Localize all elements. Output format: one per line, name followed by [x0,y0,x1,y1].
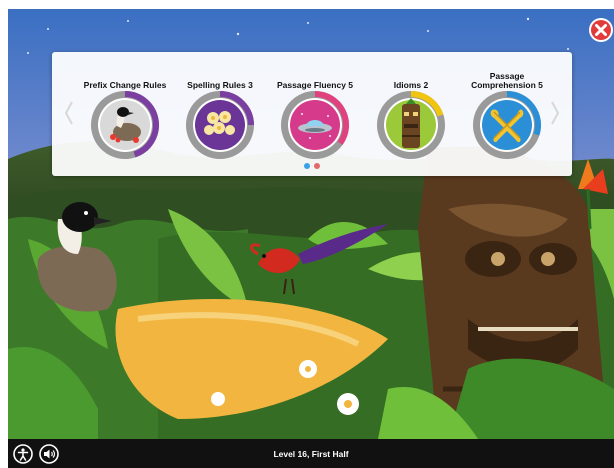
next-page-arrow-icon[interactable] [550,100,560,126]
activity-passage-comprehension-5[interactable]: Passage Comprehension 5 [457,60,557,164]
close-button[interactable] [588,17,614,43]
crossed-paddles-icon [473,91,541,159]
activity-label: Passage Fluency 5 [276,80,354,90]
activity-label: Idioms 2 [393,80,429,90]
activity-selector-panel: Prefix Change Rules Spelling Rules 3 Pas… [52,52,572,176]
previous-page-arrow-icon[interactable] [64,100,74,126]
activity-idioms-2[interactable]: Idioms 2 [361,60,461,164]
activity-spelling-rules-3[interactable]: Spelling Rules 3 [170,60,270,164]
nene-goose-icon [91,91,159,159]
page-indicator [300,163,326,171]
activity-label: Spelling Rules 3 [187,80,253,90]
activity-passage-fluency-5[interactable]: Passage Fluency 5 [265,60,365,164]
spaceship-icon [281,91,349,159]
activity-label: Prefix Change Rules [83,80,167,90]
plumeria-flowers-icon [186,91,254,159]
tiki-icon [377,91,445,159]
activity-prefix-change-rules[interactable]: Prefix Change Rules [75,60,175,164]
game-frame: Prefix Change Rules Spelling Rules 3 Pas… [0,0,614,468]
footer-bar: Level 16, First Half [8,439,614,468]
level-status-text: Level 16, First Half [273,449,349,459]
page-dot-1[interactable] [304,163,310,169]
page-dot-2[interactable] [314,163,320,169]
activity-label: Passage Comprehension 5 [471,71,543,90]
